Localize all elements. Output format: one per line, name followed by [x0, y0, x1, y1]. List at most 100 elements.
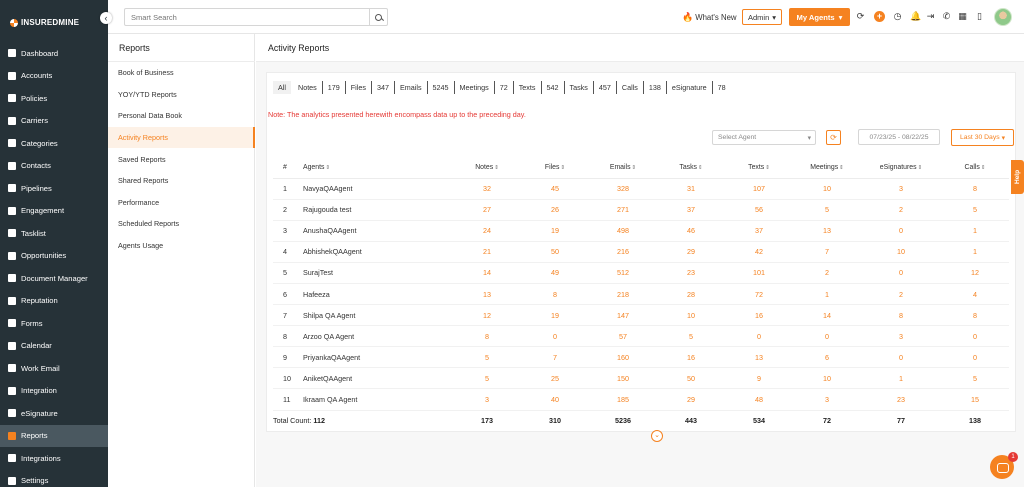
table-cell[interactable]: 42 [725, 241, 793, 263]
sort-icon[interactable]: ⇕ [698, 165, 703, 171]
table-cell[interactable]: 101 [725, 262, 793, 284]
column-header-texts[interactable]: Texts⇕ [725, 157, 793, 179]
tab-calls[interactable]: Calls [617, 81, 644, 94]
tab-files[interactable]: Files [346, 81, 372, 94]
table-cell[interactable]: 8 [453, 325, 521, 348]
tab-all[interactable]: All [273, 81, 291, 94]
table-cell[interactable]: 45 [521, 178, 589, 200]
sidebar-item-categories[interactable]: Categories [0, 132, 108, 155]
tab-texts[interactable]: Texts [514, 81, 542, 94]
table-cell[interactable]: 14 [453, 262, 521, 284]
table-cell[interactable]: 2 [861, 283, 941, 306]
table-cell[interactable]: 328 [589, 178, 657, 200]
tab-esignature[interactable]: eSignature [667, 81, 713, 94]
table-cell[interactable]: 5 [657, 325, 725, 348]
table-cell[interactable]: 48 [725, 388, 793, 411]
sidebar-item-policies[interactable]: Policies [0, 87, 108, 110]
sort-icon[interactable]: ⇕ [981, 165, 986, 171]
collapse-sidebar-button[interactable]: ‹ [100, 12, 112, 24]
table-cell[interactable]: 28 [657, 283, 725, 306]
table-cell[interactable]: 25 [521, 367, 589, 390]
clock-icon[interactable]: ◷ [893, 12, 902, 21]
column-header-agents[interactable]: Agents⇕ [303, 157, 453, 179]
table-cell[interactable]: 16 [725, 304, 793, 327]
tab-meetings[interactable]: Meetings [455, 81, 495, 94]
table-cell[interactable]: 15 [941, 388, 1009, 411]
sidebar-item-integration[interactable]: Integration [0, 380, 108, 403]
sidebar-item-opportunities[interactable]: Opportunities [0, 245, 108, 268]
sort-icon[interactable]: ⇕ [494, 165, 499, 171]
table-cell[interactable]: 13 [725, 346, 793, 369]
table-cell[interactable]: 23 [657, 262, 725, 284]
sort-icon[interactable]: ⇕ [632, 165, 637, 171]
tab-count-notes[interactable]: 179 [323, 81, 346, 94]
column-header-emails[interactable]: Emails⇕ [589, 157, 657, 179]
table-cell[interactable]: 2 [861, 199, 941, 221]
report-item-book-of-business[interactable]: Book of Business [108, 62, 255, 84]
table-cell[interactable]: 13 [453, 283, 521, 306]
brand-logo[interactable]: INSUREDMINE [10, 18, 79, 27]
tab-emails[interactable]: Emails [395, 81, 428, 94]
table-cell[interactable]: 147 [589, 304, 657, 327]
column-header-tasks[interactable]: Tasks⇕ [657, 157, 725, 179]
my-agents-button[interactable]: My Agents ▾ [789, 8, 850, 26]
table-cell[interactable]: 4 [941, 283, 1009, 306]
sort-icon[interactable]: ⇕ [560, 165, 565, 171]
table-cell[interactable]: 2 [793, 262, 861, 284]
table-cell[interactable]: 8 [941, 304, 1009, 327]
sidebar-item-calendar[interactable]: Calendar [0, 335, 108, 358]
report-item-saved-reports[interactable]: Saved Reports [108, 148, 255, 170]
table-cell[interactable]: 0 [793, 325, 861, 348]
sync-icon[interactable]: ⟳ [856, 12, 865, 21]
table-cell[interactable]: 271 [589, 199, 657, 221]
table-cell[interactable]: 24 [453, 220, 521, 242]
sidebar-item-settings[interactable]: Settings [0, 470, 108, 487]
table-cell[interactable]: 37 [657, 199, 725, 221]
whats-new-link[interactable]: 🔥 What's New [682, 12, 737, 23]
sidebar-item-reports[interactable]: Reports [0, 424, 108, 447]
sidebar-item-forms[interactable]: Forms [0, 312, 108, 335]
sort-icon[interactable]: ⇕ [765, 165, 770, 171]
scroll-down-button[interactable]: ⌄ [651, 430, 663, 442]
table-cell[interactable]: 10 [861, 241, 941, 263]
sidebar-item-pipelines[interactable]: Pipelines [0, 177, 108, 200]
table-cell[interactable]: 29 [657, 241, 725, 263]
table-cell[interactable]: 21 [453, 241, 521, 263]
table-cell[interactable]: 3 [861, 325, 941, 348]
tab-count-meetings[interactable]: 72 [495, 81, 514, 94]
column-header-notes[interactable]: Notes⇕ [453, 157, 521, 179]
search-input[interactable] [125, 9, 369, 25]
table-cell[interactable]: 3 [793, 388, 861, 411]
table-cell[interactable]: 498 [589, 220, 657, 242]
sidebar-item-document-manager[interactable]: Document Manager [0, 267, 108, 290]
tab-count-texts[interactable]: 542 [542, 81, 565, 94]
report-item-personal-data-book[interactable]: Personal Data Book [108, 105, 255, 127]
table-cell[interactable]: 26 [521, 199, 589, 221]
table-cell[interactable]: 0 [725, 325, 793, 348]
report-item-shared-reports[interactable]: Shared Reports [108, 170, 255, 192]
table-cell[interactable]: 37 [725, 220, 793, 242]
column-header-esignatures[interactable]: eSignatures⇕ [861, 157, 941, 179]
logout-icon[interactable]: ⇥ [926, 12, 935, 21]
report-item-agents-usage[interactable]: Agents Usage [108, 235, 255, 257]
table-cell[interactable]: 1 [941, 220, 1009, 242]
sidebar-item-esignature[interactable]: eSignature [0, 402, 108, 425]
table-cell[interactable]: 0 [861, 220, 941, 242]
table-cell[interactable]: 14 [793, 304, 861, 327]
table-cell[interactable]: 27 [453, 199, 521, 221]
table-cell[interactable]: 107 [725, 178, 793, 200]
table-cell[interactable]: 0 [861, 346, 941, 369]
table-cell[interactable]: 1 [861, 367, 941, 390]
table-cell[interactable]: 1 [793, 283, 861, 306]
sidebar-item-engagement[interactable]: Engagement [0, 200, 108, 223]
report-item-activity-reports[interactable]: Activity Reports [108, 126, 255, 149]
tab-count-emails[interactable]: 5245 [428, 81, 455, 94]
sidebar-item-carriers[interactable]: Carriers [0, 110, 108, 133]
tab-count-esignature[interactable]: 78 [713, 81, 731, 94]
table-cell[interactable]: 218 [589, 283, 657, 306]
table-cell[interactable]: 57 [589, 325, 657, 348]
tab-tasks[interactable]: Tasks [565, 81, 594, 94]
table-cell[interactable]: 3 [453, 388, 521, 411]
refresh-button[interactable]: ⟳ [826, 130, 841, 145]
sidebar-item-dashboard[interactable]: Dashboard [0, 42, 108, 65]
